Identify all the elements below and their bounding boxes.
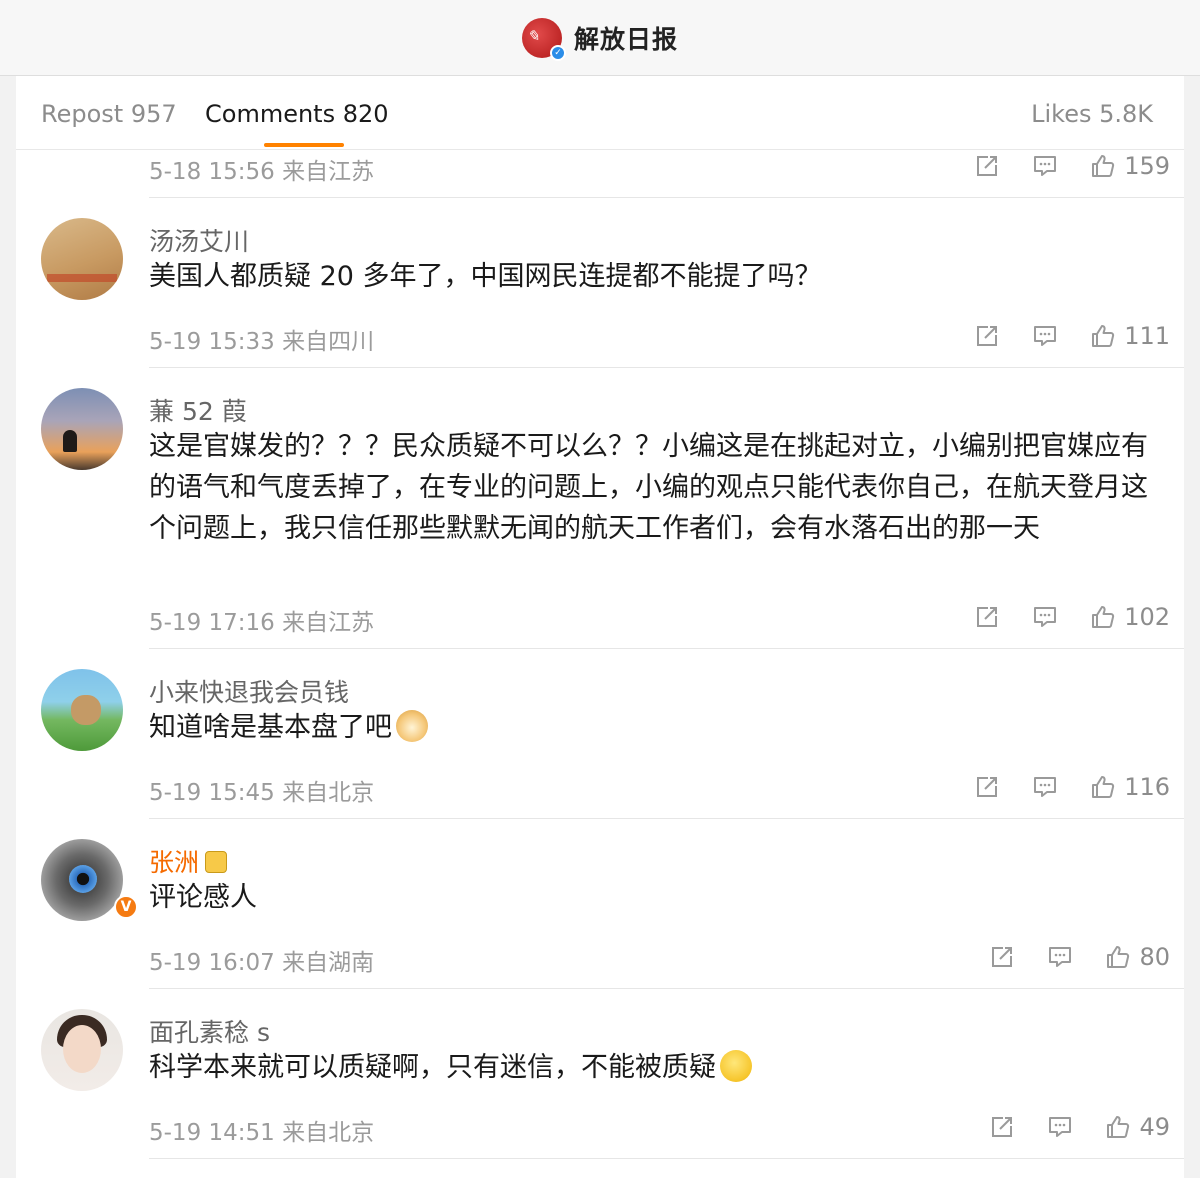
comment-meta: 5-19 16:07 来自湖南 [149,950,375,976]
smile-emoji-icon [720,1050,752,1082]
share-icon [974,323,1000,349]
like-count: 159 [1124,152,1170,180]
comment-username[interactable]: 张洲 [149,843,228,879]
thumbs-up-icon [1105,944,1131,970]
reply-button[interactable] [1032,323,1058,349]
tab-likes[interactable]: Likes 5.8K [1031,100,1153,128]
like-count: 111 [1124,322,1170,350]
active-tab-indicator [264,143,344,147]
avatar[interactable] [41,839,123,921]
like-button[interactable]: 49 [1105,1113,1170,1141]
comment-username[interactable]: 小来快退我会员钱 [149,673,349,709]
account-name[interactable]: 解放日报 [574,20,678,56]
comment-actions: 80 [989,943,1170,971]
comment-text-content: 知道啥是基本盘了吧 [149,712,392,743]
reply-icon [1047,944,1073,970]
like-button[interactable]: 116 [1090,773,1170,801]
avatar[interactable] [41,669,123,751]
tab-reposts[interactable]: Repost 957 [41,100,177,128]
share-icon [974,774,1000,800]
share-button[interactable] [974,323,1000,349]
share-icon [974,604,1000,630]
share-button[interactable] [974,153,1000,179]
comment-text: 评论感人 [149,882,257,913]
comment-divider [149,648,1184,649]
like-button[interactable]: 102 [1090,603,1170,631]
comment-divider [149,818,1184,819]
like-count: 80 [1139,943,1170,971]
like-button[interactable]: 80 [1105,943,1170,971]
account-header: ✎ ✓ 解放日报 [0,0,1200,76]
comments-panel: Repost 957 Comments 820 Likes 5.8K 5-18 … [16,76,1184,1178]
comment-text: 这是官媒发的？？？民众质疑不可以么？？小编这是在挑起对立，小编别把官媒应有的语气… [149,431,1148,544]
tab-comments[interactable]: Comments 820 [205,100,389,128]
thumbs-up-icon [1090,604,1116,630]
comment-divider [149,367,1184,368]
comment-text: 科学本来就可以质疑啊，只有迷信，不能被质疑 [149,1047,1159,1088]
avatar[interactable] [41,1009,123,1091]
doge-emoji-icon [396,710,428,742]
like-button[interactable]: 111 [1090,322,1170,350]
share-icon [974,153,1000,179]
verified-badge-icon: ✓ [549,44,566,61]
reply-button[interactable] [1032,604,1058,630]
thumbs-up-icon [1090,153,1116,179]
comment-meta: 5-19 17:16 来自江苏 [149,610,375,636]
thumbs-up-icon [1105,1114,1131,1140]
reply-icon [1032,604,1058,630]
avatar[interactable] [41,388,123,470]
comment-text: 美国人都质疑 20 多年了，中国网民连提都不能提了吗？ [149,261,822,292]
share-icon [989,1114,1015,1140]
comment-actions: 49 [989,1113,1170,1141]
comment-meta: 5-19 15:33 来自四川 [149,329,375,355]
comment-actions: 102 [974,603,1170,631]
thumbs-up-icon [1090,774,1116,800]
comment-username-text: 张洲 [149,848,200,877]
account-avatar[interactable]: ✎ ✓ [521,17,566,61]
comment-username[interactable]: 汤汤艾川 [149,222,249,258]
verified-v-badge-icon: V [114,895,138,919]
like-count: 116 [1124,773,1170,801]
comment-meta: 5-19 15:45 来自北京 [149,780,375,806]
reply-icon [1032,323,1058,349]
reply-icon [1032,774,1058,800]
comment-text-content: 科学本来就可以质疑啊，只有迷信，不能被质疑 [149,1052,716,1083]
share-button[interactable] [974,604,1000,630]
comment-actions: 111 [974,322,1170,350]
reply-button[interactable] [1032,774,1058,800]
reply-icon [1047,1114,1073,1140]
newspaper-logo-icon: ✎ [526,26,540,45]
comment-meta: 5-19 14:51 来自北京 [149,1120,375,1146]
comment-divider [149,1158,1184,1159]
comment-divider [149,197,1184,198]
comment-divider [149,988,1184,989]
comment-username[interactable]: 面孔素稔 s [149,1013,270,1049]
like-count: 49 [1139,1113,1170,1141]
share-button[interactable] [974,774,1000,800]
member-badge-icon [205,851,228,873]
reply-button[interactable] [1047,944,1073,970]
reply-icon [1032,153,1058,179]
like-count: 102 [1124,603,1170,631]
share-button[interactable] [989,1114,1015,1140]
account-title[interactable]: ✎ ✓ 解放日报 [521,17,678,61]
comment-meta: 5-18 15:56 来自江苏 [149,159,375,185]
reply-button[interactable] [1032,153,1058,179]
share-button[interactable] [989,944,1015,970]
thumbs-up-icon [1090,323,1116,349]
avatar[interactable] [41,218,123,300]
share-icon [989,944,1015,970]
comment-text: 知道啥是基本盘了吧 [149,707,1159,748]
comment-actions: 159 [974,152,1170,180]
like-button[interactable]: 159 [1090,152,1170,180]
comment-username[interactable]: 蒹 52 葭 [149,392,247,428]
reply-button[interactable] [1047,1114,1073,1140]
tab-bar: Repost 957 Comments 820 Likes 5.8K [16,76,1184,150]
comment-actions: 116 [974,773,1170,801]
